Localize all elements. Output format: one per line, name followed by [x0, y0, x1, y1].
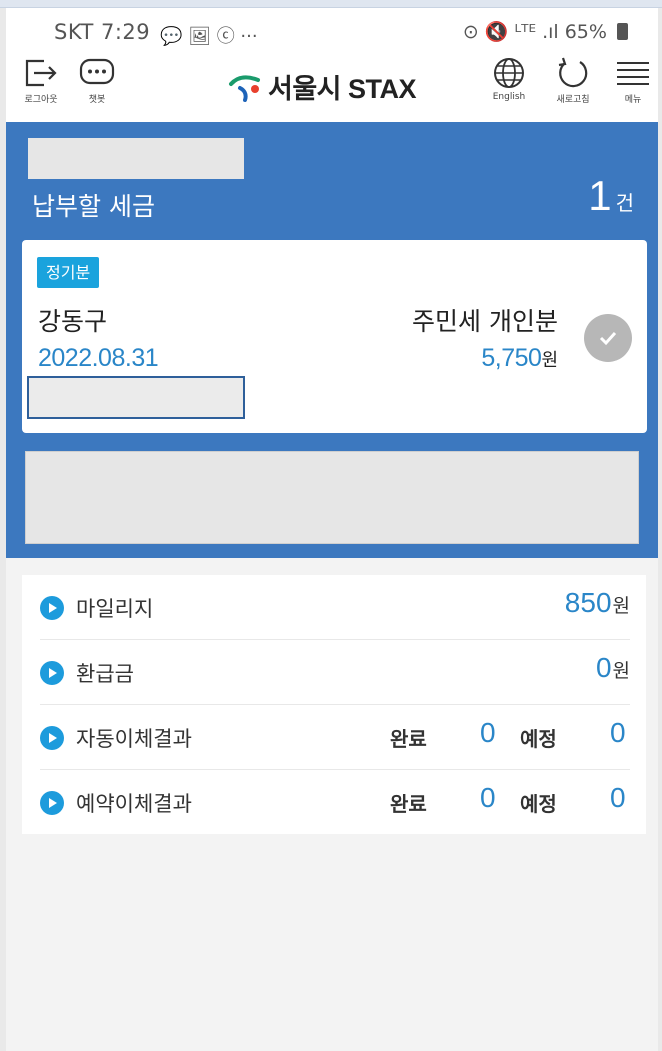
refund-row[interactable]: 환급금 0원	[40, 640, 630, 704]
refund-label: 환급금	[76, 662, 134, 686]
brand-logo[interactable]: 서울시 STAX	[228, 68, 417, 104]
redacted-action-area[interactable]	[25, 451, 639, 544]
reserved-planned-count: 0	[610, 782, 626, 813]
tax-item-card[interactable]: 정기분 강동구 2022.08.31 주민세 개인분 5,750원	[22, 240, 647, 433]
status-right: ⊙ 🔇 ᴸᵀᴱ .ıl 65%	[463, 20, 628, 43]
menu-button[interactable]: 메뉴	[603, 56, 662, 105]
taxes-due-count: 1건	[588, 172, 634, 220]
auto-planned-label: 예정	[520, 727, 557, 751]
mileage-label: 마일리지	[76, 597, 154, 621]
reserved-done-label: 완료	[390, 792, 427, 816]
chatbot-button[interactable]: 챗봇	[67, 56, 127, 105]
reserved-done-count: 0	[480, 782, 496, 813]
count-number: 1	[588, 172, 612, 219]
due-date: 2022.08.31	[38, 344, 159, 372]
notification-icons: 💬 🖼 ⓒ ···	[160, 26, 258, 47]
amount-unit: 원	[541, 350, 558, 371]
mileage-number: 850	[564, 587, 612, 618]
reserved-transfer-row[interactable]: 예약이체결과 완료 0 예정 0	[40, 770, 630, 834]
reserved-planned-label: 예정	[520, 792, 557, 816]
battery-percent: 65%	[564, 21, 607, 43]
refresh-icon	[558, 57, 588, 88]
hamburger-menu-icon	[617, 62, 649, 85]
mileage-value: 850원	[565, 587, 630, 619]
tax-type-badge: 정기분	[37, 257, 100, 288]
mileage-row[interactable]: 마일리지 850원	[40, 575, 630, 639]
redacted-user-info	[28, 138, 244, 179]
logout-icon	[25, 59, 57, 87]
refresh-label: 새로고침	[556, 95, 590, 105]
tax-name: 주민세 개인분	[412, 307, 558, 336]
chat-bubble-icon	[79, 58, 115, 85]
battery-icon	[617, 23, 628, 40]
status-carrier-time: SKT 7:29	[54, 20, 150, 44]
status-bar: SKT 7:29 💬 🖼 ⓒ ··· ⊙ 🔇 ᴸᵀᴱ .ıl 65%	[6, 8, 658, 52]
time-text: 7:29	[101, 20, 151, 44]
account-info-list: 마일리지 850원 환급금 0원 자동이체결과 완료 0 예정 0 예약이체결과…	[22, 575, 646, 834]
english-label: English	[492, 92, 526, 102]
arrow-bullet-icon	[40, 596, 64, 620]
globe-icon	[494, 58, 524, 88]
tax-amount: 5,750원	[481, 344, 558, 373]
refund-unit: 원	[612, 660, 630, 682]
arrow-bullet-icon	[40, 791, 64, 815]
brand-name: 서울시 STAX	[268, 73, 417, 104]
menu-label: 메뉴	[624, 95, 642, 105]
signal-icons: ⊙ 🔇 ᴸᵀᴱ .ıl	[462, 21, 559, 43]
redacted-card-field	[27, 376, 245, 419]
auto-done-count: 0	[480, 717, 496, 748]
auto-planned-count: 0	[610, 717, 626, 748]
select-checkmark-button[interactable]	[584, 314, 632, 362]
english-button[interactable]: English	[479, 56, 539, 102]
refund-value: 0원	[596, 652, 630, 684]
count-unit: 건	[615, 191, 634, 215]
logout-label: 로그아웃	[24, 95, 58, 105]
arrow-bullet-icon	[40, 661, 64, 685]
checkmark-icon	[599, 331, 617, 346]
chatbot-label: 챗봇	[88, 95, 106, 105]
taxes-due-title: 납부할 세금	[32, 192, 155, 221]
auto-transfer-label: 자동이체결과	[76, 727, 192, 751]
auto-done-label: 완료	[390, 727, 427, 751]
seoul-logo-icon	[229, 75, 260, 102]
mileage-unit: 원	[612, 595, 630, 617]
auto-transfer-row[interactable]: 자동이체결과 완료 0 예정 0	[40, 705, 630, 769]
reserved-transfer-label: 예약이체결과	[76, 792, 192, 816]
carrier-text: SKT	[54, 20, 94, 44]
top-edge	[0, 0, 662, 8]
amount-value: 5,750	[481, 344, 542, 372]
refund-number: 0	[595, 652, 612, 683]
app-header: 로그아웃 챗봇 서울시 STAX English 새로고침 메뉴	[6, 52, 658, 122]
right-frame	[658, 8, 662, 1051]
tax-summary-panel: 납부할 세금 1건 정기분 강동구 2022.08.31 주민세 개인분 5,7…	[6, 122, 658, 558]
refresh-button[interactable]: 새로고침	[543, 56, 603, 105]
logout-button[interactable]: 로그아웃	[11, 56, 71, 105]
district-name: 강동구	[38, 307, 108, 336]
arrow-bullet-icon	[40, 726, 64, 750]
